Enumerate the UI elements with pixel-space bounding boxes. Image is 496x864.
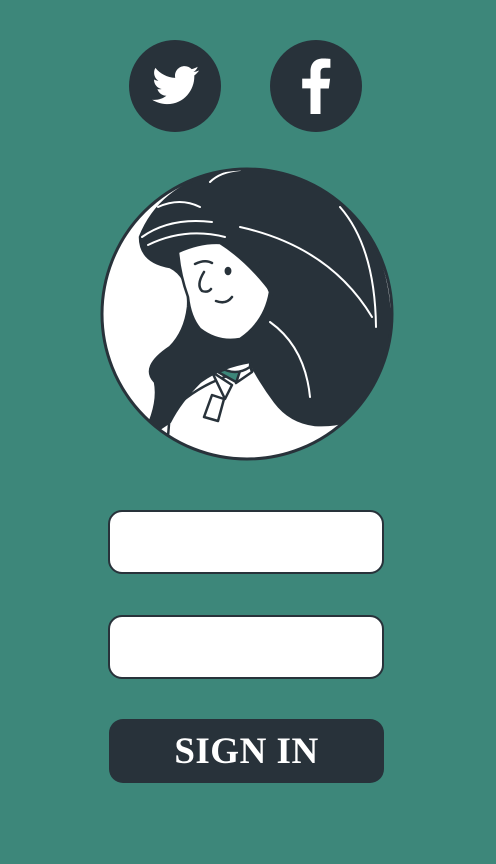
sign-in-button[interactable]: SIGN IN (109, 719, 384, 783)
profile-avatar (100, 167, 394, 461)
username-input[interactable] (108, 510, 384, 574)
twitter-icon (152, 66, 200, 105)
twitter-button[interactable] (129, 40, 221, 132)
facebook-icon (302, 58, 331, 114)
password-input[interactable] (108, 615, 384, 679)
facebook-button[interactable] (270, 40, 362, 132)
woman-portrait-icon (100, 167, 394, 461)
